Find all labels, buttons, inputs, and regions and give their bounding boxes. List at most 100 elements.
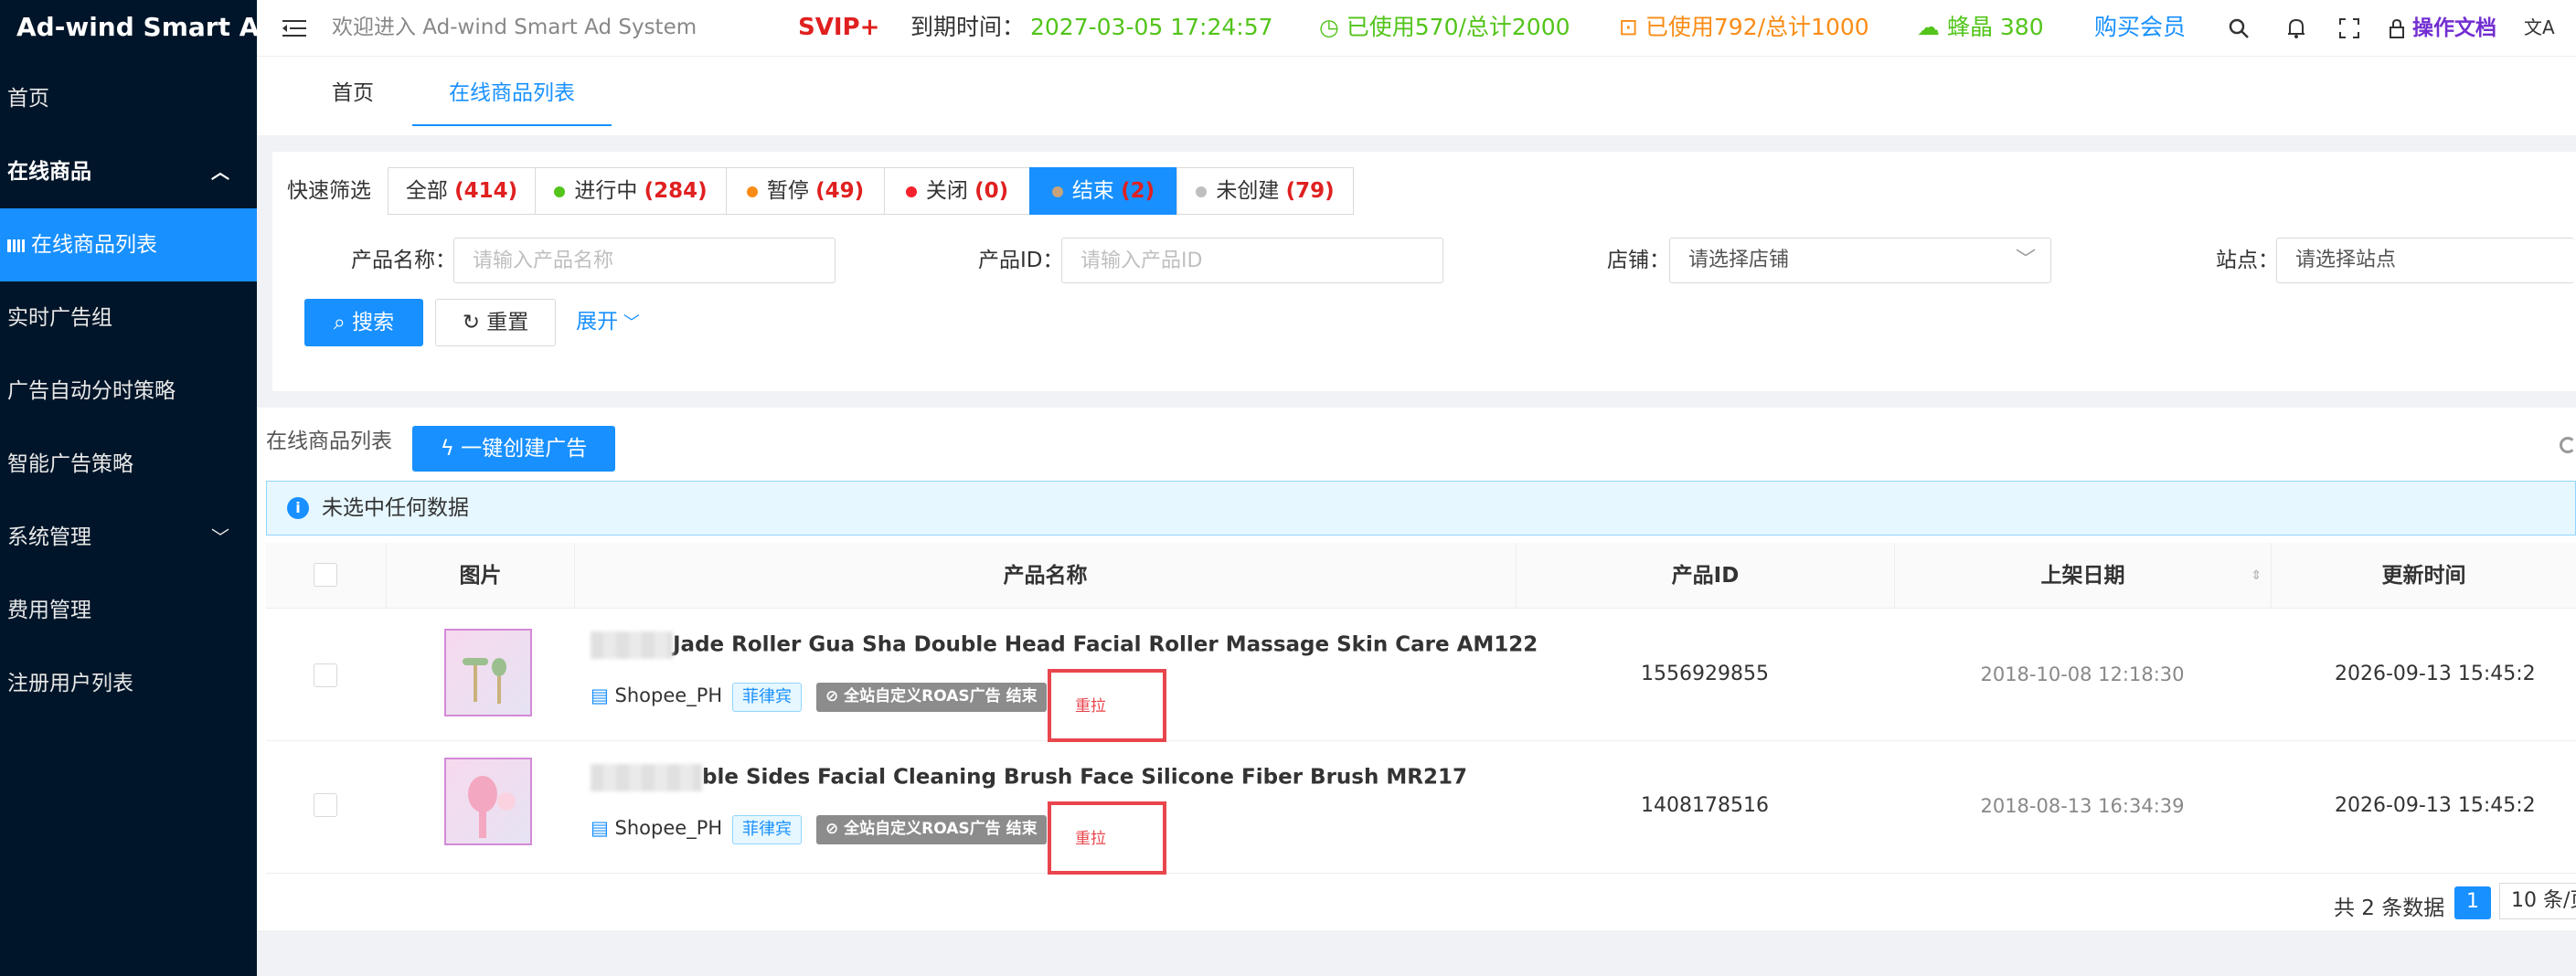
sidebar-item-smart-ad-strategy[interactable]: 智能广告策略 xyxy=(0,428,257,501)
status-tag-text: 全站自定义ROAS广告 结束 xyxy=(844,820,1038,838)
filter-segment-running[interactable]: 进行中 (284) xyxy=(535,167,727,215)
product-thumbnail[interactable] xyxy=(444,629,532,716)
product-id-input[interactable] xyxy=(1061,238,1443,283)
product-thumbnail[interactable] xyxy=(444,758,532,845)
sidebar-item-billing[interactable]: 费用管理 xyxy=(0,574,257,647)
tab-home[interactable]: 首页 xyxy=(295,57,410,126)
site-select[interactable]: 请选择站点 xyxy=(2276,238,2574,283)
row-checkbox[interactable] xyxy=(314,793,337,817)
shop-icon: ▤ xyxy=(591,684,615,706)
filter-segment-paused[interactable]: 暂停 (49) xyxy=(726,167,885,215)
segment-label: 暂停 xyxy=(766,179,809,203)
segment-label: 全部 xyxy=(405,179,448,203)
chevron-down-icon: ﹀ xyxy=(2015,249,2036,271)
sidebar-item-online-product-list[interactable]: 在线商品列表 xyxy=(0,208,257,281)
product-name-text: Jade Roller Gua Sha Double Head Facial R… xyxy=(673,632,1538,657)
header-product-id: 产品ID xyxy=(1516,543,1894,609)
app-logo[interactable]: Ad-wind Smart Ad... xyxy=(0,0,257,57)
repull-button[interactable]: 重拉 xyxy=(1048,801,1166,875)
bell-icon[interactable] xyxy=(2286,0,2306,57)
filter-segment-closed[interactable]: 关闭 (0) xyxy=(884,167,1030,215)
tabs-bar: 首页 在线商品列表 xyxy=(257,57,2576,135)
refresh-icon[interactable] xyxy=(2560,437,2576,453)
table-card: 在线商品列表 ϟ 一键创建广告 i 未选中任何数据 图片 产品名称 产品ID 上… xyxy=(257,408,2576,930)
cloud-icon: ☁ xyxy=(1917,14,1947,40)
table-row: ble Sides Facial Cleaning Brush Face Sil… xyxy=(266,742,2576,875)
sort-icon[interactable]: ⇕ xyxy=(2251,543,2262,609)
sidebar-item-label: 在线商品列表 xyxy=(31,233,157,257)
menu-fold-icon[interactable] xyxy=(282,0,306,57)
product-name[interactable]: ble Sides Facial Cleaning Brush Face Sil… xyxy=(591,764,1467,791)
tab-online-product-list[interactable]: 在线商品列表 xyxy=(412,57,612,126)
chart-icon: ⊡ xyxy=(1619,14,1645,40)
segment-count: (2) xyxy=(1121,179,1155,203)
filter-segment-all[interactable]: 全部 (414) xyxy=(388,167,536,215)
create-ad-button[interactable]: ϟ 一键创建广告 xyxy=(412,426,615,472)
crystal-balance-text: 蜂晶 380 xyxy=(1946,14,2044,40)
lock-icon xyxy=(2390,18,2404,38)
sidebar-item-label: 费用管理 xyxy=(7,599,91,622)
docs-link-text: 操作文档 xyxy=(2411,16,2496,40)
segment-count: (49) xyxy=(815,179,865,203)
filter-card: 快速筛选 全部 (414) 进行中 (284) 暂停 (49) 关闭 (0) 结… xyxy=(272,152,2576,391)
pagination-total: 共 2 条数据 xyxy=(2334,896,2445,920)
pagination-page-1[interactable]: 1 xyxy=(2454,886,2491,919)
product-name-label: 产品名称： xyxy=(351,249,456,272)
status-dot-icon xyxy=(554,186,566,197)
usage-quota-1-text: 已使用570/总计2000 xyxy=(1346,14,1570,40)
list-icon xyxy=(7,239,25,252)
sidebar-item-ad-schedule-strategy[interactable]: 广告自动分时策略 xyxy=(0,355,257,428)
list-date: 2018-08-13 16:34:39 xyxy=(1980,795,2185,817)
filter-segment-ended[interactable]: 结束 (2) xyxy=(1029,167,1177,215)
search-icon: ⌕ xyxy=(333,311,353,334)
site-label: 站点： xyxy=(2216,249,2279,272)
shop-name-text: Shopee_PH xyxy=(614,817,723,839)
shop-icon: ▤ xyxy=(591,817,615,839)
sidebar-item-label: 系统管理 xyxy=(7,525,91,549)
chevron-down-icon: ﹀ xyxy=(211,526,229,548)
page-size-select[interactable]: 10 条/页 xyxy=(2499,883,2576,919)
list-date: 2018-10-08 12:18:30 xyxy=(1980,663,2185,685)
create-ad-button-label: 一键创建广告 xyxy=(461,437,588,461)
language-icon[interactable]: 文A xyxy=(2524,0,2555,57)
table-row: Jade Roller Gua Sha Double Head Facial R… xyxy=(266,610,2576,742)
sidebar-item-realtime-adgroups[interactable]: 实时广告组 xyxy=(0,281,257,355)
product-name-input[interactable] xyxy=(453,238,836,283)
sidebar-item-label: 实时广告组 xyxy=(7,306,112,330)
docs-link[interactable]: 操作文档 xyxy=(2389,0,2496,57)
select-all-checkbox[interactable] xyxy=(314,563,337,587)
sidebar-item-home[interactable]: 首页 xyxy=(0,62,257,135)
segment-count: (414) xyxy=(454,179,518,203)
reset-button[interactable]: ↻ 重置 xyxy=(435,299,556,346)
fullscreen-icon[interactable] xyxy=(2339,0,2359,57)
header-list-date[interactable]: 上架日期 ⇕ xyxy=(1894,543,2271,609)
sidebar-item-label: 在线商品 xyxy=(7,160,91,184)
repull-button[interactable]: 重拉 xyxy=(1048,669,1166,742)
stop-icon: ⊘ xyxy=(825,820,845,838)
segment-count: (284) xyxy=(644,179,708,203)
country-tag: 菲律宾 xyxy=(732,815,802,844)
status-dot-icon xyxy=(1051,186,1063,197)
status-tag: ⊘ 全站自定义ROAS广告 结束 xyxy=(816,815,1047,844)
sidebar-item-label: 广告自动分时策略 xyxy=(7,379,176,403)
header-updated-time: 更新时间 xyxy=(2271,543,2576,609)
search-icon[interactable] xyxy=(2228,0,2250,57)
header-list-date-label: 上架日期 xyxy=(2040,564,2125,588)
buy-membership-link[interactable]: 购买会员 xyxy=(2094,0,2186,57)
filter-segment-not-created[interactable]: 未创建 (79) xyxy=(1176,167,1354,215)
sidebar-item-system-management[interactable]: 系统管理 ﹀ xyxy=(0,501,257,574)
product-name[interactable]: Jade Roller Gua Sha Double Head Facial R… xyxy=(591,631,1538,659)
selection-alert-text: 未选中任何数据 xyxy=(322,496,469,520)
row-checkbox[interactable] xyxy=(314,663,337,687)
sidebar: Ad-wind Smart Ad... 首页 在线商品 ︿ 在线商品列表 实时广告… xyxy=(0,0,257,976)
segment-count: (79) xyxy=(1285,179,1335,203)
chevron-down-icon: ﹀ xyxy=(618,313,640,333)
sidebar-item-online-products[interactable]: 在线商品 ︿ xyxy=(0,135,257,208)
shop-select[interactable]: 请选择店铺 ﹀ xyxy=(1669,238,2051,283)
sidebar-item-registered-users[interactable]: 注册用户列表 xyxy=(0,647,257,720)
expand-link[interactable]: 展开 ﹀ xyxy=(567,299,649,346)
segment-label: 结束 xyxy=(1071,179,1114,203)
search-button[interactable]: ⌕ 搜索 xyxy=(304,299,423,346)
product-id: 1556929855 xyxy=(1641,663,1769,685)
svip-badge: SVIP+ xyxy=(798,14,880,41)
